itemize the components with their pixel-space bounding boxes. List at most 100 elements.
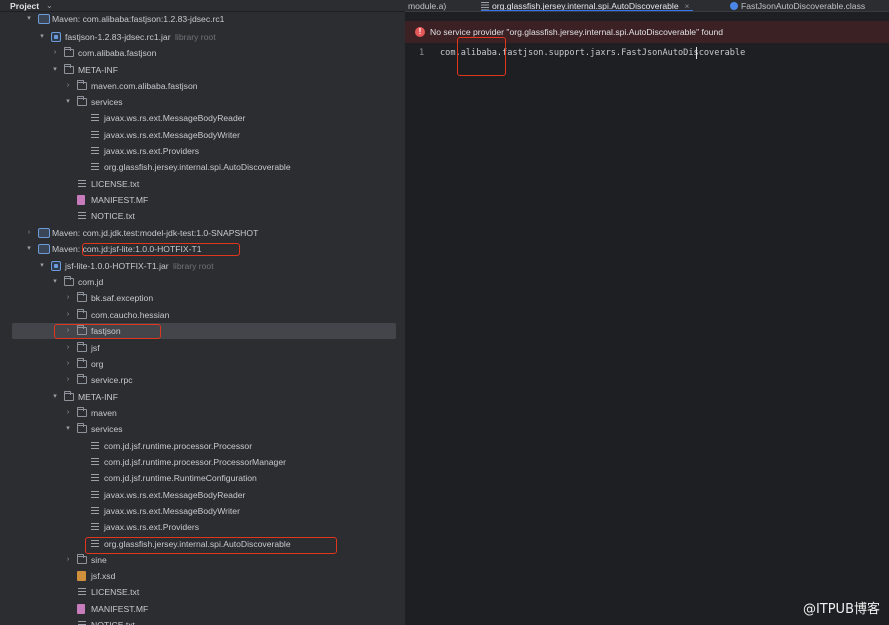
chevron-down-icon[interactable]: ▾ xyxy=(24,11,34,27)
chevron-right-icon[interactable]: › xyxy=(63,323,73,339)
tab-autodiscoverable[interactable]: org.glassfish.jersey.internal.spi.AutoDi… xyxy=(481,0,694,11)
text-file-icon xyxy=(77,211,87,221)
folder-icon xyxy=(77,554,87,564)
tree-row[interactable]: com.jd.jsf.runtime.processor.Processor xyxy=(0,438,405,454)
tree-item-label: org.glassfish.jersey.internal.spi.AutoDi… xyxy=(104,539,291,549)
tree-row[interactable]: org.glassfish.jersey.internal.spi.AutoDi… xyxy=(0,159,405,175)
chevron-down-icon[interactable]: ▾ xyxy=(50,389,60,405)
tree-row[interactable]: javax.ws.rs.ext.MessageBodyReader xyxy=(0,487,405,503)
close-icon[interactable]: × xyxy=(685,2,690,11)
editor-tab-bar: module.a) org.glassfish.jersey.internal.… xyxy=(405,0,889,12)
tree-row[interactable]: javax.ws.rs.ext.Providers xyxy=(0,143,405,159)
jar-icon xyxy=(51,32,61,42)
editor-area: module.a) org.glassfish.jersey.internal.… xyxy=(405,0,889,625)
text-caret xyxy=(696,47,697,59)
code-line[interactable]: com.alibaba.fastjson.support.jaxrs.FastJ… xyxy=(440,46,745,60)
chevron-down-icon[interactable]: ▾ xyxy=(50,274,60,290)
chevron-down-icon[interactable]: ▾ xyxy=(24,241,34,257)
chevron-down-icon[interactable]: ▾ xyxy=(63,94,73,110)
tree-row[interactable]: › fastjson xyxy=(0,323,405,339)
tree-item-label: LICENSE.txt xyxy=(91,587,140,597)
tab-label: module.a) xyxy=(408,1,447,11)
tree-row[interactable]: › org xyxy=(0,356,405,372)
tree-row[interactable]: ▾ jsf-lite-1.0.0-HOTFIX-T1.jar library roo… xyxy=(0,258,405,274)
tab-fastjson-autodiscoverable-class[interactable]: FastJsonAutoDiscoverable.class xyxy=(730,0,866,11)
tree-row[interactable]: com.jd.jsf.runtime.RuntimeConfiguration xyxy=(0,470,405,486)
tree-item-label: com.jd.jsf.runtime.processor.ProcessorMa… xyxy=(104,457,286,467)
chevron-right-icon[interactable]: › xyxy=(63,78,73,94)
text-file-icon xyxy=(77,179,87,189)
line-number: 1 xyxy=(419,48,425,58)
chevron-right-icon[interactable]: › xyxy=(50,45,60,61)
text-file-icon xyxy=(77,620,87,625)
chevron-down-icon[interactable]: ▾ xyxy=(63,421,73,437)
chevron-right-icon[interactable]: › xyxy=(63,405,73,421)
manifest-icon xyxy=(77,604,85,614)
folder-icon xyxy=(77,342,87,352)
tree-row[interactable]: › com.caucho.hessian xyxy=(0,307,405,323)
tree-row[interactable]: NOTICE.txt xyxy=(0,617,405,625)
tree-row[interactable]: ▾ Maven: com.jd:jsf-lite:1.0.0-HOTFIX-T1 xyxy=(0,241,405,257)
tree-row[interactable]: › Maven: com.jd.jdk.test:model-jdk-test:1… xyxy=(0,225,405,241)
tree-row[interactable]: ▾ Maven: com.alibaba:fastjson:1.2.83-jdse… xyxy=(0,11,405,27)
tree-row[interactable]: jsf.xsd xyxy=(0,568,405,584)
project-panel-header: Project ⌄ xyxy=(0,0,405,12)
tree-item-hint: library root xyxy=(173,261,214,271)
tree-row[interactable]: › jsf xyxy=(0,340,405,356)
chevron-right-icon[interactable]: › xyxy=(63,290,73,306)
tree-row[interactable]: NOTICE.txt xyxy=(0,208,405,224)
tree-row[interactable]: MANIFEST.MF xyxy=(0,192,405,208)
chevron-right-icon[interactable]: › xyxy=(63,356,73,372)
chevron-down-icon[interactable]: ▾ xyxy=(50,62,60,78)
tree-row[interactable]: › sine xyxy=(0,552,405,568)
text-file-icon xyxy=(90,113,100,123)
chevron-down-icon[interactable]: ▾ xyxy=(37,29,47,45)
tree-row[interactable]: com.jd.jsf.runtime.processor.ProcessorMa… xyxy=(0,454,405,470)
text-file-icon xyxy=(90,162,100,172)
project-title[interactable]: Project xyxy=(10,0,39,12)
text-file-icon xyxy=(90,506,100,516)
tree-item-label: Maven: com.jd.jdk.test:model-jdk-test:1.… xyxy=(52,228,259,238)
tree-row[interactable]: › maven xyxy=(0,405,405,421)
text-file-icon xyxy=(90,539,100,549)
tree-row[interactable]: ▾ fastjson-1.2.83-jdsec.rc1.jar library ro… xyxy=(0,29,405,45)
tree-row[interactable]: › com.alibaba.fastjson xyxy=(0,45,405,61)
chevron-right-icon[interactable]: › xyxy=(63,372,73,388)
tree-row[interactable]: › maven.com.alibaba.fastjson xyxy=(0,78,405,94)
chevron-right-icon[interactable]: › xyxy=(63,340,73,356)
tree-row[interactable]: ▾ META-INF xyxy=(0,62,405,78)
chevron-down-icon[interactable]: ⌄ xyxy=(46,0,53,12)
tree-row[interactable]: ▾ META-INF xyxy=(0,389,405,405)
tree-item-label: com.alibaba.fastjson xyxy=(78,48,157,58)
tab-label: FastJsonAutoDiscoverable.class xyxy=(741,1,866,11)
library-icon xyxy=(38,244,50,254)
tree-item-label: javax.ws.rs.ext.MessageBodyWriter xyxy=(104,506,240,516)
tree-row[interactable]: javax.ws.rs.ext.MessageBodyWriter xyxy=(0,503,405,519)
folder-icon xyxy=(77,96,87,106)
chevron-right-icon[interactable]: › xyxy=(63,552,73,568)
text-file-icon xyxy=(90,441,100,451)
jar-icon xyxy=(51,261,61,271)
tree-row[interactable]: ▾ services xyxy=(0,421,405,437)
tree-row[interactable]: javax.ws.rs.ext.MessageBodyWriter xyxy=(0,127,405,143)
tree-row[interactable]: javax.ws.rs.ext.MessageBodyReader xyxy=(0,110,405,126)
tree-row[interactable]: ▾ services xyxy=(0,94,405,110)
text-file-icon xyxy=(90,473,100,483)
tree-row[interactable]: org.glassfish.jersey.internal.spi.AutoDi… xyxy=(0,536,405,552)
chevron-right-icon[interactable]: › xyxy=(63,307,73,323)
chevron-down-icon[interactable]: ▾ xyxy=(37,258,47,274)
chevron-right-icon[interactable]: › xyxy=(24,225,34,241)
project-panel: ▾ Maven: com.alibaba:fastjson:1.2.83-jdse… xyxy=(0,0,405,625)
tree-item-label: com.jd.jsf.runtime.RuntimeConfiguration xyxy=(104,473,257,483)
tree-row[interactable]: LICENSE.txt xyxy=(0,584,405,600)
tree-row[interactable]: › service.rpc xyxy=(0,372,405,388)
tree-row[interactable]: LICENSE.txt xyxy=(0,176,405,192)
tree-row[interactable]: javax.ws.rs.ext.Providers xyxy=(0,519,405,535)
tree-row[interactable]: ▾ com.jd xyxy=(0,274,405,290)
tab-module[interactable]: module.a) xyxy=(408,0,447,11)
tree-item-label: jsf.xsd xyxy=(91,571,116,581)
tree-item-label: com.jd xyxy=(78,277,104,287)
tree-row[interactable]: MANIFEST.MF xyxy=(0,601,405,617)
tree-item-label: com.jd.jsf.runtime.processor.Processor xyxy=(104,441,253,451)
tree-row[interactable]: › bk.saf.exception xyxy=(0,290,405,306)
